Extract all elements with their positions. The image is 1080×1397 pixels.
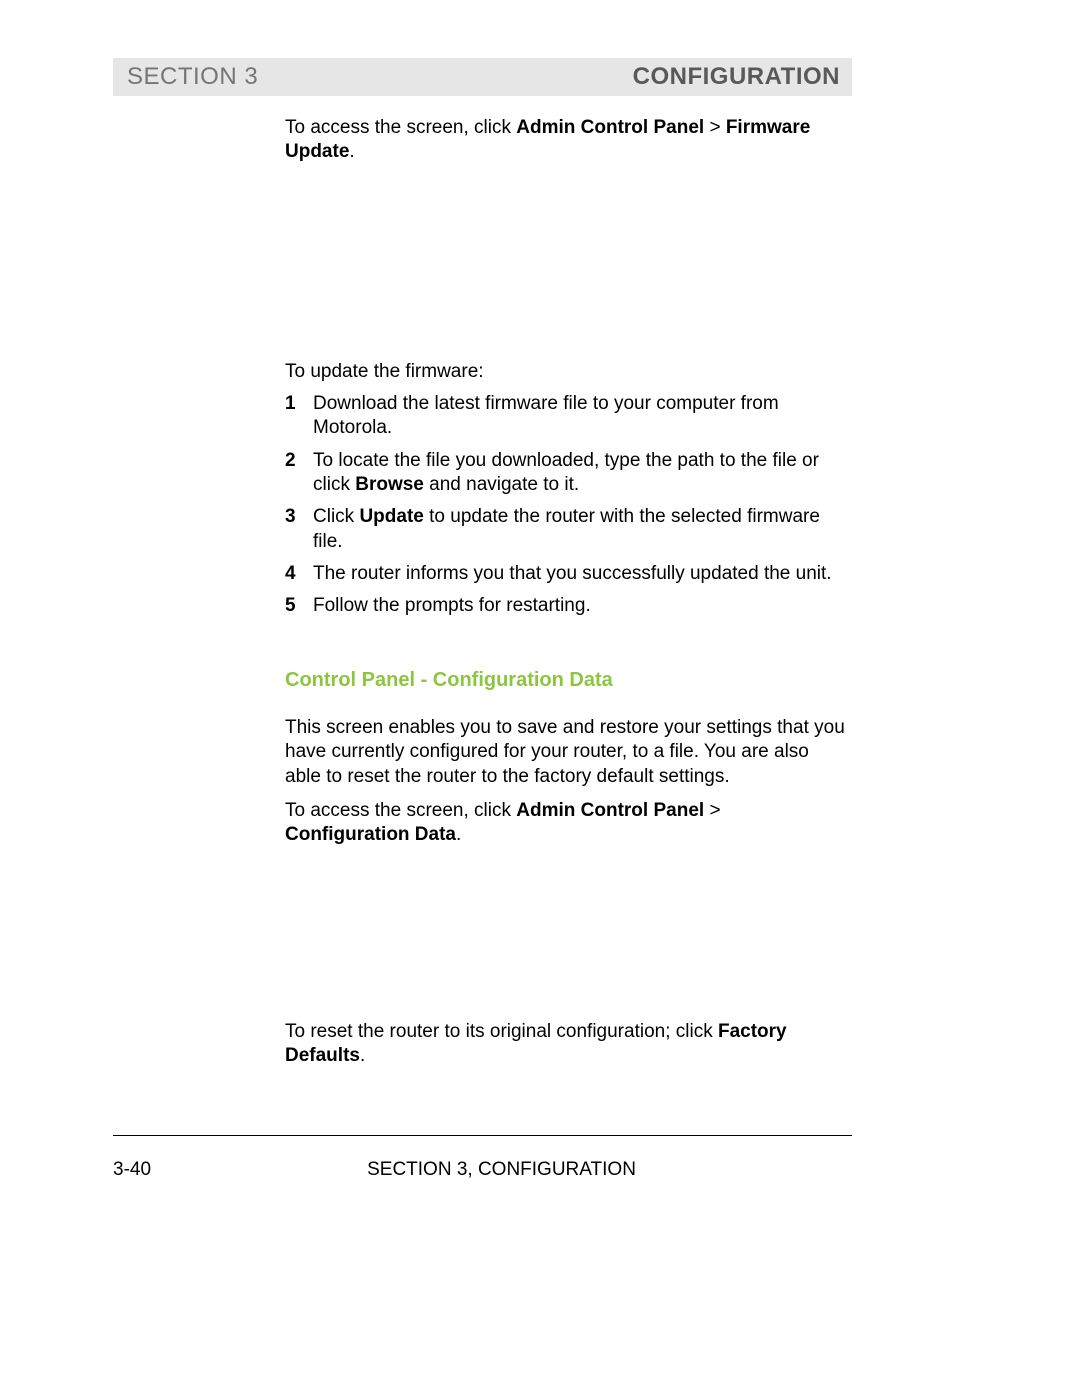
page: SECTION 3 CONFIGURATION To access the sc… bbox=[0, 0, 1080, 1397]
text: To access the screen, click bbox=[285, 117, 516, 138]
steps-list: 1 Download the latest firmware file to y… bbox=[285, 392, 850, 619]
text: . bbox=[349, 141, 354, 162]
footer-divider bbox=[113, 1135, 852, 1136]
step-number: 5 bbox=[285, 594, 313, 618]
section-header-bar: SECTION 3 CONFIGURATION bbox=[113, 58, 852, 96]
step-5: 5 Follow the prompts for restarting. bbox=[285, 594, 850, 618]
step-2: 2 To locate the file you downloaded, typ… bbox=[285, 449, 850, 498]
step-text: Follow the prompts for restarting. bbox=[313, 594, 850, 618]
step-4: 4 The router informs you that you succes… bbox=[285, 562, 850, 586]
section-heading-config-data: Control Panel - Configuration Data bbox=[285, 668, 850, 694]
footer-section-label: SECTION 3, CONFIGURATION bbox=[151, 1159, 852, 1181]
config-data-access: To access the screen, click Admin Contro… bbox=[285, 799, 850, 848]
body-content: To access the screen, click Admin Contro… bbox=[285, 116, 850, 1068]
step-number: 4 bbox=[285, 562, 313, 586]
step-text: Click Update to update the router with t… bbox=[313, 505, 850, 554]
bold-admin-control-panel: Admin Control Panel bbox=[516, 117, 704, 138]
step-text: To locate the file you downloaded, type … bbox=[313, 449, 850, 498]
bold-configuration-data: Configuration Data bbox=[285, 824, 456, 845]
update-intro: To update the firmware: bbox=[285, 360, 850, 384]
step-number: 3 bbox=[285, 505, 313, 554]
page-footer: 3-40 SECTION 3, CONFIGURATION bbox=[113, 1159, 852, 1181]
text: To reset the router to its original conf… bbox=[285, 1021, 718, 1042]
bold-update: Update bbox=[359, 506, 423, 527]
text: Click bbox=[313, 506, 359, 527]
page-number: 3-40 bbox=[113, 1159, 151, 1181]
text: > bbox=[704, 800, 720, 821]
step-number: 2 bbox=[285, 449, 313, 498]
step-3: 3 Click Update to update the router with… bbox=[285, 505, 850, 554]
step-1: 1 Download the latest firmware file to y… bbox=[285, 392, 850, 441]
text: To access the screen, click bbox=[285, 800, 516, 821]
text: . bbox=[456, 824, 461, 845]
section-number: SECTION 3 bbox=[127, 63, 258, 91]
step-text: Download the latest firmware file to you… bbox=[313, 392, 850, 441]
step-text: The router informs you that you successf… bbox=[313, 562, 850, 586]
bold-browse: Browse bbox=[355, 474, 424, 495]
factory-defaults: To reset the router to its original conf… bbox=[285, 1020, 850, 1069]
text: . bbox=[360, 1045, 365, 1066]
bold-admin-control-panel: Admin Control Panel bbox=[516, 800, 704, 821]
text: and navigate to it. bbox=[424, 474, 579, 495]
config-data-desc: This screen enables you to save and rest… bbox=[285, 716, 850, 789]
access-intro: To access the screen, click Admin Contro… bbox=[285, 116, 850, 165]
step-number: 1 bbox=[285, 392, 313, 441]
text: > bbox=[704, 117, 726, 138]
section-title: CONFIGURATION bbox=[633, 63, 840, 91]
